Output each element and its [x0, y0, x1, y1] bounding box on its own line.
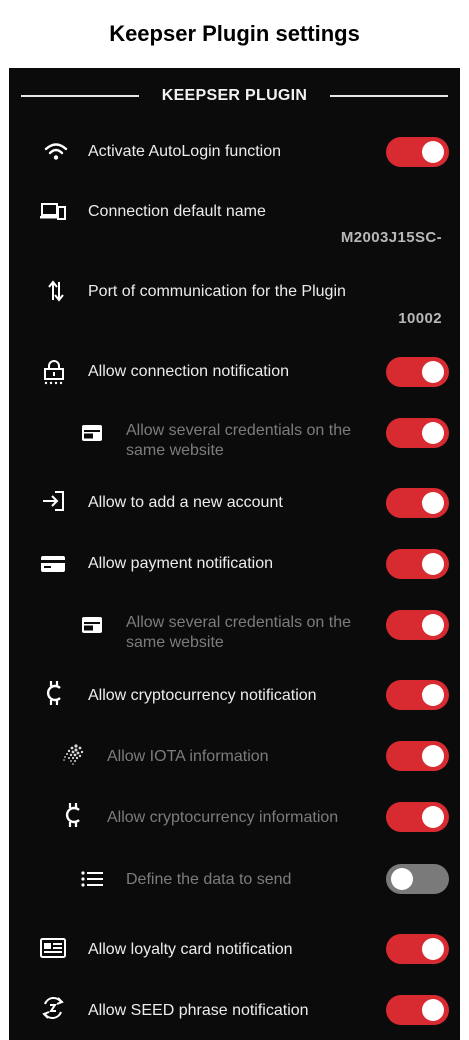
setting-label: Allow several credentials on the same we… [126, 422, 352, 459]
toggle-knob [422, 999, 444, 1021]
setting-label: Define the data to send [126, 871, 292, 888]
toggle-knob [422, 361, 444, 383]
toggle-knob [422, 806, 444, 828]
setting-label: Allow payment notification [88, 555, 273, 572]
crypto-icon [41, 680, 67, 706]
connection-notification-toggle[interactable] [386, 357, 449, 387]
wifi-icon [43, 139, 69, 165]
crypto-info-toggle[interactable] [386, 802, 449, 832]
loyalty-card-toggle[interactable] [386, 934, 449, 964]
login-arrow-icon [41, 488, 67, 514]
setting-several-credentials-1[interactable]: Allow several credentials on the same we… [9, 416, 460, 464]
payment-notification-toggle[interactable] [386, 549, 449, 579]
crypto-notification-toggle[interactable] [386, 680, 449, 710]
setting-label: Allow SEED phrase notification [88, 1002, 309, 1019]
section-title: KEEPSER PLUGIN [161, 87, 308, 104]
list-icon [79, 866, 105, 892]
toggle-knob [391, 868, 413, 890]
add-account-toggle[interactable] [386, 488, 449, 518]
iota-info-toggle[interactable] [386, 741, 449, 771]
swap-vertical-icon [43, 278, 69, 304]
devices-icon [40, 198, 66, 224]
setting-label: Allow cryptocurrency information [107, 809, 339, 826]
several-credentials-2-toggle[interactable] [386, 610, 449, 640]
port-value[interactable]: 10002 [398, 310, 442, 327]
several-credentials-1-toggle[interactable] [386, 418, 449, 448]
setting-autologin[interactable]: Activate AutoLogin function [9, 132, 460, 172]
toggle-knob [422, 684, 444, 706]
toggle-knob [422, 745, 444, 767]
toggle-knob [422, 422, 444, 444]
setting-label: Allow connection notification [88, 363, 290, 380]
setting-port[interactable]: Port of communication for the Plugin 100… [9, 276, 460, 336]
card-window-icon [79, 420, 105, 446]
setting-label: Activate AutoLogin function [88, 143, 282, 160]
setting-payment-notification[interactable]: Allow payment notification [9, 545, 460, 585]
credit-card-icon [40, 551, 66, 577]
settings-panel: KEEPSER PLUGIN Activate AutoLogin functi… [9, 68, 460, 1040]
setting-iota-info[interactable]: Allow IOTA information [9, 737, 460, 777]
setting-label: Allow several credentials on the same we… [126, 614, 352, 651]
setting-label: Port of communication for the Plugin [88, 283, 346, 300]
toggle-knob [422, 614, 444, 636]
setting-loyalty-card[interactable]: Allow loyalty card notification [9, 930, 460, 970]
section-header: KEEPSER PLUGIN [9, 78, 460, 114]
setting-data-to-send[interactable]: Define the data to send [9, 860, 460, 900]
setting-seed-phrase[interactable]: Allow SEED phrase notification [9, 991, 460, 1031]
setting-crypto-info[interactable]: Allow cryptocurrency information [9, 798, 460, 838]
toggle-knob [422, 492, 444, 514]
id-card-icon [40, 935, 66, 961]
page-caption: Keepser Plugin settings [109, 21, 360, 46]
data-to-send-toggle[interactable] [386, 864, 449, 894]
setting-several-credentials-2[interactable]: Allow several credentials on the same we… [9, 608, 460, 656]
setting-label: Connection default name [88, 203, 266, 220]
crypto-icon [60, 802, 86, 828]
divider-left [21, 95, 139, 97]
setting-label: Allow loyalty card notification [88, 941, 293, 958]
lock-dots-icon [41, 359, 67, 385]
setting-crypto-notification[interactable]: Allow cryptocurrency notification [9, 676, 460, 716]
connection-name-value[interactable]: M2003J15SC- [341, 229, 442, 246]
iota-icon [60, 743, 86, 769]
setting-label: Allow cryptocurrency notification [88, 687, 317, 704]
seed-sync-icon [40, 995, 66, 1021]
card-window-icon [79, 612, 105, 638]
toggle-knob [422, 938, 444, 960]
setting-connection-notification[interactable]: Allow connection notification [9, 353, 460, 393]
autologin-toggle[interactable] [386, 137, 449, 167]
toggle-knob [422, 141, 444, 163]
toggle-knob [422, 553, 444, 575]
seed-phrase-toggle[interactable] [386, 995, 449, 1025]
divider-right [330, 95, 448, 97]
setting-add-account[interactable]: Allow to add a new account [9, 484, 460, 524]
setting-connection-name[interactable]: Connection default name M2003J15SC- [9, 196, 460, 256]
setting-label: Allow to add a new account [88, 494, 283, 511]
setting-label: Allow IOTA information [107, 748, 269, 765]
